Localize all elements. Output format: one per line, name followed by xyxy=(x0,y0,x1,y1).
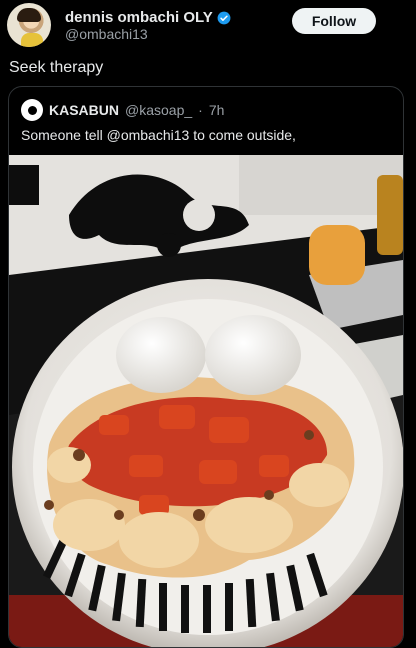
follow-button[interactable]: Follow xyxy=(292,8,376,34)
author-name-row[interactable]: dennis ombachi OLY xyxy=(65,9,231,26)
avatar-shirt xyxy=(21,33,43,47)
quoted-tweet-text: Someone tell @ombachi13 to come outside, xyxy=(21,127,296,143)
quoted-tweet[interactable]: KASABUN @kasoap_ · 7h Someone tell @omba… xyxy=(8,86,404,648)
quoted-timestamp[interactable]: 7h xyxy=(209,102,225,118)
quoted-author-avatar[interactable] xyxy=(21,99,43,121)
time-separator: · xyxy=(198,102,203,118)
quoted-author-name[interactable]: KASABUN xyxy=(49,102,119,118)
author-handle[interactable]: @ombachi13 xyxy=(65,26,148,42)
verified-badge-icon xyxy=(217,11,231,24)
tweet-header: dennis ombachi OLY @ombachi13 Follow xyxy=(0,0,416,52)
tweet-text: Seek therapy xyxy=(9,59,104,76)
food-photo[interactable] xyxy=(9,155,403,647)
quoted-tweet-header: KASABUN @kasoap_ · 7h xyxy=(21,99,224,121)
quoted-avatar-mark xyxy=(27,105,37,115)
quoted-author-handle[interactable]: @kasoap_ xyxy=(125,102,192,118)
author-avatar[interactable] xyxy=(7,3,51,47)
author-display-name[interactable]: dennis ombachi OLY xyxy=(65,9,213,26)
avatar-hair xyxy=(17,8,41,22)
